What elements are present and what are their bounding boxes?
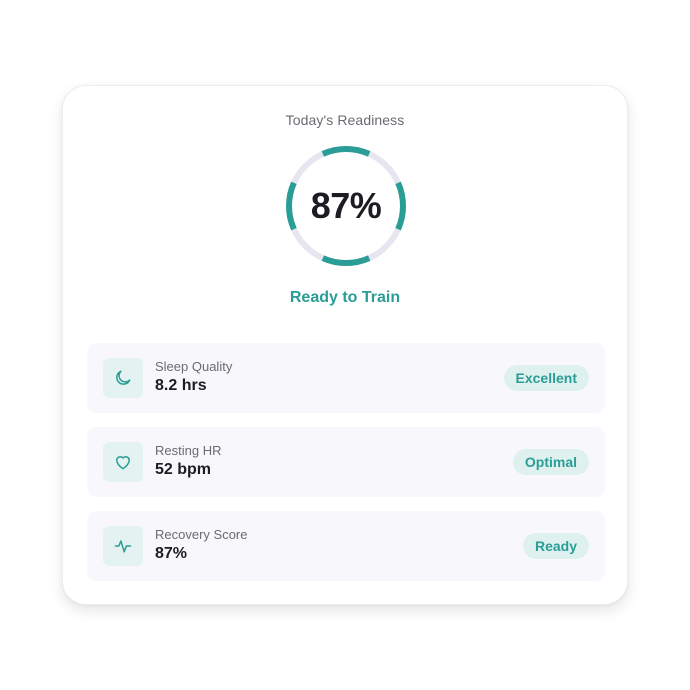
activity-pulse-icon	[103, 526, 143, 566]
heart-icon	[103, 442, 143, 482]
readiness-percentage: 87%	[310, 185, 382, 226]
card-title: Today's Readiness	[285, 112, 405, 128]
status-badge: Excellent	[503, 365, 589, 391]
status-badge: Ready	[522, 533, 589, 559]
metric-value: 87%	[155, 545, 188, 562]
metric-row-sleep-quality: Sleep Quality 8.2 hrs Excellent	[87, 343, 605, 413]
moon-icon	[103, 358, 143, 398]
metric-value: 8.2 hrs	[155, 377, 207, 394]
metric-label: Resting HR	[155, 443, 222, 458]
metric-row-recovery-score: Recovery Score 87% Ready	[87, 511, 605, 581]
metric-label: Recovery Score	[155, 527, 248, 542]
metric-label: Sleep Quality	[155, 359, 233, 374]
readiness-ring: 87%	[284, 144, 408, 268]
metric-row-resting-hr: Resting HR 52 bpm Optimal	[87, 427, 605, 497]
metric-value: 52 bpm	[155, 461, 212, 478]
readiness-status: Ready to Train	[289, 289, 401, 306]
readiness-card: Today's Readiness 87% Ready to Train Sle…	[62, 85, 628, 605]
status-badge: Optimal	[512, 449, 589, 475]
